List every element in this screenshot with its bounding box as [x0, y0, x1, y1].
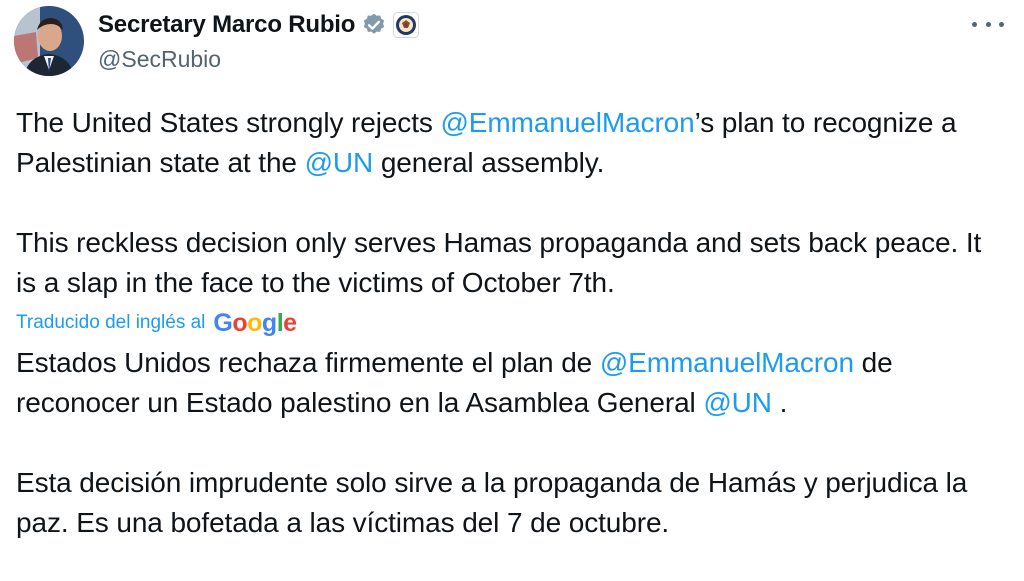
tweet-body: The United States strongly rejects @Emma…	[16, 103, 1006, 543]
handle[interactable]: @SecRubio	[98, 46, 419, 73]
dot	[999, 21, 1004, 27]
dot	[972, 21, 977, 27]
mention-link[interactable]: @UN	[305, 147, 374, 178]
state-department-seal-icon[interactable]	[393, 12, 420, 38]
translation-attribution[interactable]: Traducido del inglés al Google	[16, 303, 1006, 343]
mention-link[interactable]: @UN	[703, 387, 772, 418]
avatar[interactable]	[14, 6, 84, 76]
tweet-paragraph-en-1: The United States strongly rejects @Emma…	[16, 103, 1006, 183]
mention-link[interactable]: @EmmanuelMacron	[440, 107, 694, 138]
name-row: Secretary Marco Rubio	[98, 10, 420, 40]
google-logo: Google	[213, 308, 297, 337]
mention-link[interactable]: @EmmanuelMacron	[600, 347, 854, 378]
display-name[interactable]: Secretary Marco Rubio	[98, 11, 355, 39]
tweet-paragraph-en-2: This reckless decision only serves Hamas…	[16, 227, 982, 298]
text-segment: general assembly.	[373, 147, 605, 178]
dot	[985, 21, 991, 27]
author-block: Secretary Marco Rubio @SecRubio	[98, 10, 420, 73]
text-segment: Estados Unidos rechaza firmemente el pla…	[16, 347, 600, 378]
tweet-paragraph-es-1: Estados Unidos rechaza firmemente el pla…	[16, 343, 1006, 423]
text-segment: The United States strongly rejects	[16, 107, 441, 138]
more-options-icon[interactable]	[972, 14, 1004, 34]
translation-label: Traducido del inglés al	[16, 312, 206, 333]
tweet-paragraph-es-2: Esta decisión imprudente solo sirve a la…	[16, 467, 968, 538]
text-segment: .	[771, 387, 788, 418]
avatar-photo	[14, 6, 84, 76]
verified-badge-icon[interactable]	[361, 12, 387, 38]
tweet-header: Secretary Marco Rubio @SecRubio	[14, 6, 1010, 78]
